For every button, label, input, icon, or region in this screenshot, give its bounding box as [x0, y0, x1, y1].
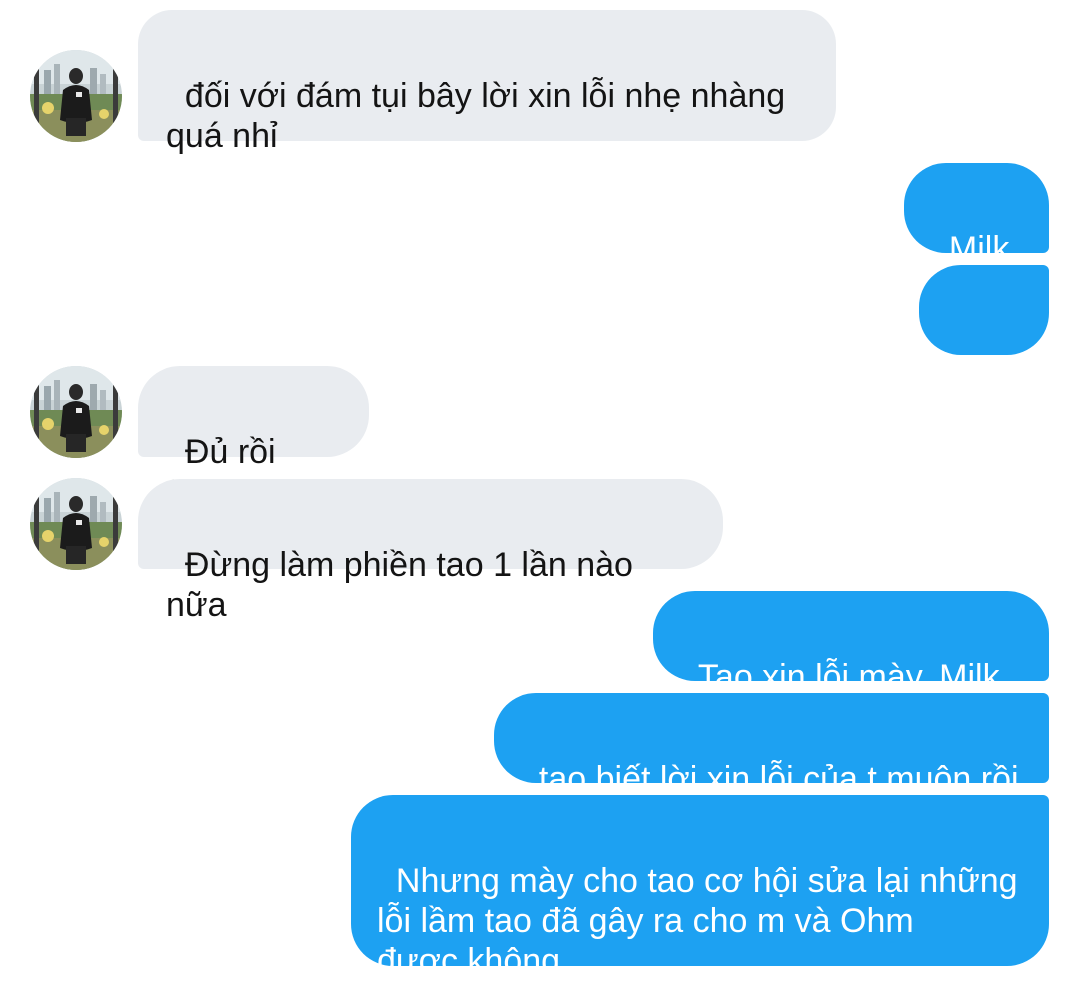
message-bubble-sent[interactable]: Tao xin lỗi mày, Milk à	[653, 591, 1049, 736]
message-text: tao...	[945, 372, 1021, 410]
avatar-photo	[30, 50, 122, 142]
avatar-photo	[30, 366, 122, 458]
message-text: Nhưng mày cho tao cơ hội sửa lại những l…	[377, 862, 1018, 980]
message-bubble-received[interactable]: đối với đám tụi bây lời xin lỗi nhẹ nhàn…	[138, 10, 836, 155]
avatar-photo	[30, 478, 122, 570]
message-bubble-sent[interactable]: tao...	[919, 265, 1049, 410]
message-bubble-sent[interactable]: Nhưng mày cho tao cơ hội sửa lại những l…	[351, 795, 1049, 980]
message-bubble-sent[interactable]: tao biết lời xin lỗi của t muộn rồi	[494, 693, 1049, 798]
avatar[interactable]	[30, 366, 122, 458]
message-text: đối với đám tụi bây lời xin lỗi nhẹ nhàn…	[166, 77, 786, 155]
message-bubble-received[interactable]: Đừng làm phiền tao 1 lần nào nữa	[138, 479, 723, 624]
message-text: tao biết lời xin lỗi của t muộn rồi	[538, 760, 1019, 798]
message-bubble-sent[interactable]: Milk à	[904, 163, 1049, 308]
message-bubble-received[interactable]: Đủ rồi June	[138, 366, 369, 511]
avatar[interactable]	[30, 50, 122, 142]
avatar[interactable]	[30, 478, 122, 570]
message-text: Đừng làm phiền tao 1 lần nào nữa	[166, 546, 643, 624]
